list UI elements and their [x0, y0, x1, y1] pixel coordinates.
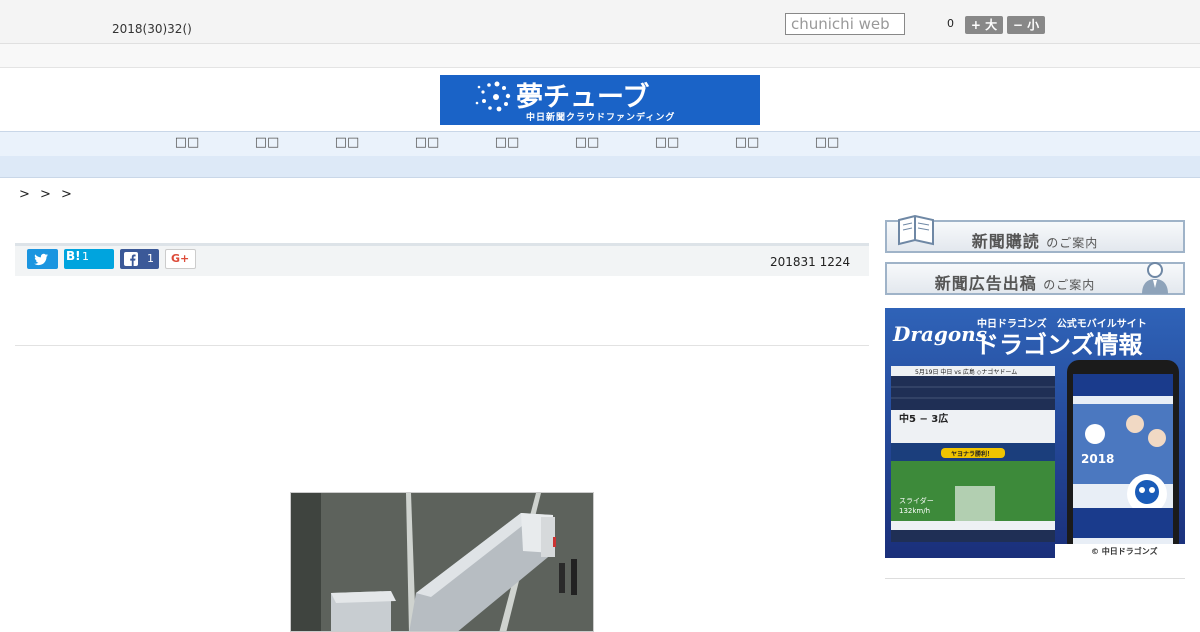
nav-item[interactable]: □□ [327, 135, 367, 150]
sidebar-separator [885, 578, 1185, 579]
article-separator [15, 345, 869, 346]
nav-item[interactable]: □□ [727, 135, 767, 150]
subscribe-guide-button[interactable]: 新聞購読 のご案内 [885, 214, 1185, 253]
ad-highlight: ヤヨナラ勝利！ [951, 450, 993, 458]
ad-footer: © 中日ドラゴンズ [1091, 546, 1158, 556]
hatena-bookmark-button[interactable]: B! 1 [64, 249, 114, 269]
ad-pitch-speed: 132km/h [899, 507, 930, 515]
facebook-count: 1 [147, 252, 154, 265]
sub-header-band [0, 44, 1200, 68]
facebook-icon [124, 252, 138, 266]
font-size-value: 0 [947, 17, 954, 30]
dots-logo-icon [475, 81, 511, 112]
font-larger-button[interactable]: + 大 [965, 16, 1003, 34]
hatena-count: 1 [82, 250, 89, 263]
twitter-icon [34, 253, 48, 266]
truck-photo-image [291, 493, 593, 631]
article-photo [290, 492, 594, 632]
ad-score-line: 中5 − 3広 [899, 412, 948, 425]
font-smaller-button[interactable]: − 小 [1007, 16, 1045, 34]
banner-subtitle: 中日新聞クラウドファンディング [526, 111, 675, 123]
hatena-icon: B! [66, 249, 81, 263]
dragons-ad-graphic: Dragons 中日ドラゴンズ 公式モバイルサイト ドラゴンズ情報 5月19日 … [885, 308, 1185, 558]
nav-item[interactable]: □□ [647, 135, 687, 150]
ads-sub-label: のご案内 [1043, 278, 1096, 292]
nav-item[interactable]: □□ [407, 135, 447, 150]
ad-phone-year: 2018 [1081, 452, 1114, 466]
search-input[interactable]: chunichi web [785, 13, 905, 35]
yume-tube-banner[interactable]: 夢チューブ 中日新聞クラウドファンディング [440, 75, 760, 125]
subscribe-sub-label: のご案内 [1046, 236, 1099, 250]
dragons-mobile-ad[interactable]: Dragons 中日ドラゴンズ 公式モバイルサイト ドラゴンズ情報 5月19日 … [885, 308, 1185, 558]
businessman-icon [1142, 262, 1168, 294]
current-date: 2018(30)32() [112, 22, 192, 36]
nav-item[interactable]: □□ [487, 135, 527, 150]
nav-item[interactable]: □□ [167, 135, 207, 150]
nav-item[interactable]: □□ [807, 135, 847, 150]
nav-item[interactable]: □□ [247, 135, 287, 150]
googleplus-icon: G+ [171, 252, 190, 265]
banner-graphic: 夢チューブ 中日新聞クラウドファンディング [475, 81, 675, 123]
breadcrumb[interactable]: > > > [19, 187, 75, 202]
dragons-logo-icon: Dragons [892, 322, 987, 346]
googleplus-share-button[interactable]: G+ [165, 249, 196, 269]
twitter-share-button[interactable] [27, 249, 58, 269]
advertising-guide-button[interactable]: 新聞広告出稿 のご案内 [885, 262, 1185, 295]
publish-date: 201831 1224 [770, 255, 851, 269]
ad-game-line: 5月19日 中日 vs 広島 ◇ナゴヤドーム [915, 368, 1017, 376]
ad-header-small: 中日ドラゴンズ 公式モバイルサイト [977, 317, 1147, 330]
ad-header-big: ドラゴンズ情報 [975, 331, 1144, 359]
nav-item[interactable]: □□ [567, 135, 607, 150]
banner-title: 夢チューブ [516, 81, 649, 113]
ads-label: 新聞広告出稿 [934, 274, 1037, 293]
subscribe-label: 新聞購読 [971, 232, 1040, 251]
sub-nav-band [0, 156, 1200, 178]
facebook-share-button[interactable]: 1 [120, 249, 159, 269]
ad-pitch-label: スライダー [899, 496, 934, 505]
